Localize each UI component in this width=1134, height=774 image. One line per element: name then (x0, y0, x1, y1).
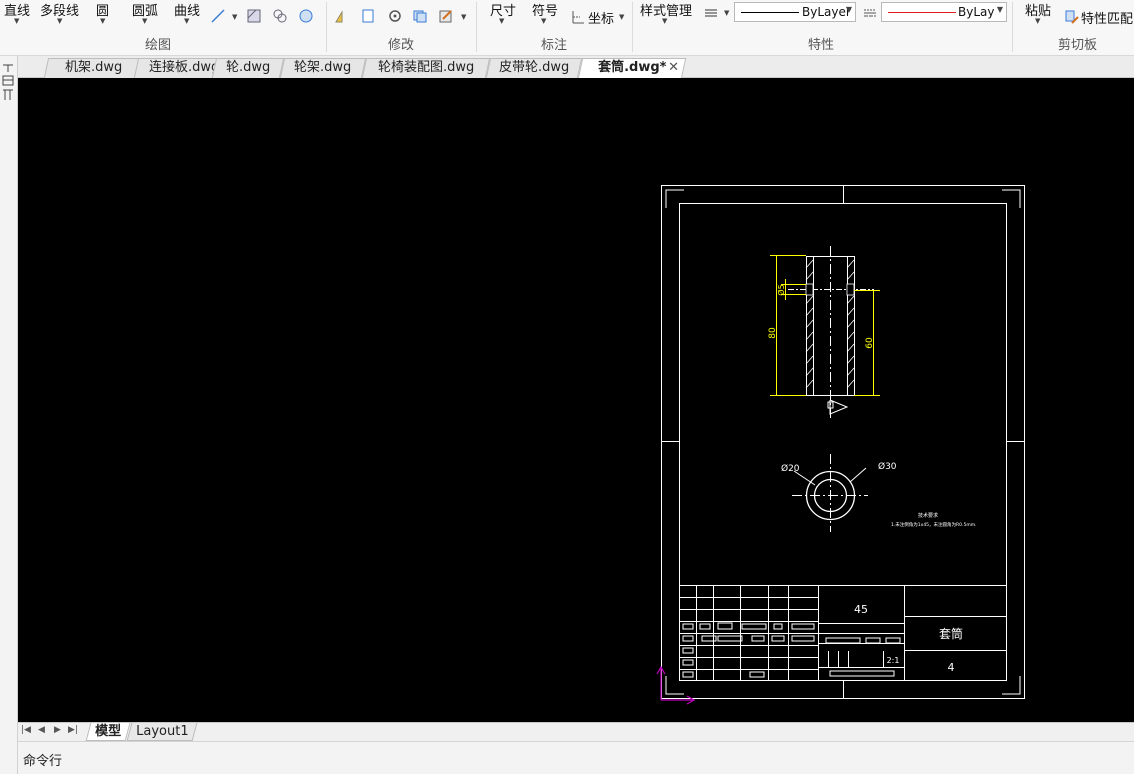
command-line-label: 命令行 (23, 754, 63, 769)
polyline-dropdown-icon[interactable]: ▼ (57, 17, 62, 25)
linetype-preview (741, 12, 799, 13)
left-tool-palette (0, 56, 18, 774)
clipboard-group-label: 剪切板 (1058, 38, 1098, 53)
sheet-number-value: 4 (948, 661, 955, 674)
paste-dropdown-icon[interactable]: ▼ (1035, 17, 1040, 25)
tab-label: 轮椅装配图.dwg (377, 60, 475, 75)
tech-requirements-title: 技术要求 (918, 512, 938, 519)
prev-layout-icon[interactable]: ◀ (38, 725, 45, 735)
linetype-combo[interactable]: ByLayer ▼ (734, 2, 856, 22)
color-value: ByLayer (958, 5, 994, 19)
last-layout-icon[interactable]: ▶| (68, 725, 78, 735)
group-separator (632, 2, 633, 52)
tab-label: 机架.dwg (65, 60, 123, 75)
tab-jijia[interactable]: 机架.dwg (43, 58, 145, 78)
dim-phi20-label: Ø20 (781, 463, 800, 474)
match-properties-button[interactable]: 特性匹配 (1081, 8, 1133, 27)
coordinate-dropdown-icon[interactable]: ▼ (619, 13, 624, 21)
tab-label: 模型 (95, 724, 122, 739)
color-dropdown-icon[interactable]: ▼ (997, 5, 1003, 14)
boundary-icon[interactable] (298, 8, 314, 24)
tab-label: 轮.dwg (225, 60, 271, 75)
arc-dropdown-icon[interactable]: ▼ (142, 17, 147, 25)
part-name-value: 套筒 (939, 626, 963, 641)
group-separator (476, 2, 477, 52)
layout-tab-bar: |◀ ◀ ▶ ▶| 模型 Layout1 (18, 722, 1134, 741)
tab-lunjia[interactable]: 轮架.dwg (279, 58, 367, 78)
circle-dropdown-icon[interactable]: ▼ (100, 17, 105, 25)
group-separator (326, 2, 327, 52)
linetype-manager-icon[interactable] (862, 5, 878, 21)
edit-icon[interactable] (438, 8, 454, 24)
ribbon: 直线 ▼ 多段线 ▼ 圆 ▼ 圆弧 ▼ 曲线 ▼ ▼ 绘图 ▼ 修改 尺寸 ▼ … (0, 0, 1134, 56)
tab-label: 连接板.dwg (148, 60, 220, 75)
draw-group-label: 绘图 (145, 38, 172, 53)
properties-group-label: 特性 (808, 38, 835, 53)
coordinate-tool[interactable]: 坐标 (588, 8, 614, 27)
tech-requirements-note: 1.未注倒角为1x45，未注圆角为R0.5mm. (891, 521, 977, 528)
tab-lunyi-assembly[interactable]: 轮椅装配图.dwg (361, 58, 491, 78)
document-icon[interactable] (360, 8, 376, 24)
dim-60-label: 60 (865, 337, 875, 349)
sheet-inner-border (679, 203, 1007, 681)
sleeve-section-view (788, 246, 874, 420)
array-icon[interactable] (412, 8, 428, 24)
drawing-sheet: 80 60 Ø5 Ø20 Ø30 技术要求 1.未注倒角为1x45，未注圆角为R… (656, 185, 1025, 705)
sleeve-top-view (792, 454, 868, 532)
drawing-canvas[interactable]: 80 60 Ø5 Ø20 Ø30 技术要求 1.未注倒角为1x45，未注圆角为R… (18, 78, 1134, 722)
annotate-group-label: 标注 (541, 38, 568, 53)
symbol-dropdown-icon[interactable]: ▼ (541, 17, 546, 25)
modify-group-label: 修改 (388, 38, 415, 53)
linetype-dropdown-icon[interactable]: ▼ (846, 5, 852, 14)
curve-dropdown-icon[interactable]: ▼ (184, 17, 189, 25)
lineweight-dropdown-icon[interactable]: ▼ (724, 9, 729, 17)
line-dropdown-icon[interactable]: ▼ (14, 17, 19, 25)
mirror-icon[interactable] (334, 8, 350, 24)
rotate-icon[interactable] (387, 8, 403, 24)
document-tab-bar: 机架.dwg 连接板.dwg 轮.dwg 轮架.dwg 轮椅装配图.dwg 皮带… (18, 56, 1134, 79)
lineweight-icon[interactable] (703, 5, 719, 21)
tab-label: 皮带轮.dwg (498, 60, 570, 75)
group-separator (1012, 2, 1013, 52)
properties-palette-icon[interactable] (1, 62, 15, 106)
dimension-dropdown-icon[interactable]: ▼ (499, 17, 504, 25)
dim-80-label: 80 (768, 327, 778, 339)
construction-dropdown-icon[interactable]: ▼ (232, 13, 237, 21)
hatch-icon[interactable] (246, 8, 262, 24)
tab-label: Layout1 (136, 724, 189, 739)
next-layout-icon[interactable]: ▶ (54, 725, 61, 735)
tab-pidailun[interactable]: 皮带轮.dwg (485, 58, 583, 78)
first-layout-icon[interactable]: |◀ (21, 725, 31, 735)
scale-value: 2:1 (887, 656, 900, 665)
construction-line-icon[interactable] (210, 8, 226, 24)
command-line[interactable]: 命令行 (18, 741, 1134, 774)
tab-layout1[interactable]: Layout1 (126, 723, 198, 741)
coordinate-icon[interactable] (570, 9, 586, 25)
linetype-value: ByLayer (802, 5, 851, 19)
tab-label: 套筒.dwg* (597, 60, 667, 75)
tab-model[interactable]: 模型 (85, 723, 131, 741)
tab-lun[interactable]: 轮.dwg (211, 58, 285, 78)
match-properties-icon[interactable] (1064, 9, 1080, 25)
tab-taotong[interactable]: 套筒.dwg* ✕ (577, 58, 687, 79)
tab-label: 轮架.dwg (294, 60, 352, 75)
color-combo[interactable]: ByLayer ▼ (881, 2, 1007, 22)
material-value: 45 (854, 603, 868, 616)
dim-phi30-label: Ø30 (878, 461, 897, 472)
modify-dropdown-icon[interactable]: ▼ (461, 13, 466, 21)
region-icon[interactable] (272, 8, 288, 24)
dim-phi5-label: Ø5 (776, 284, 786, 295)
style-manager-dropdown-icon[interactable]: ▼ (662, 17, 667, 25)
dimension-lines (770, 255, 880, 396)
color-preview (888, 12, 956, 13)
close-icon[interactable]: ✕ (668, 59, 679, 77)
